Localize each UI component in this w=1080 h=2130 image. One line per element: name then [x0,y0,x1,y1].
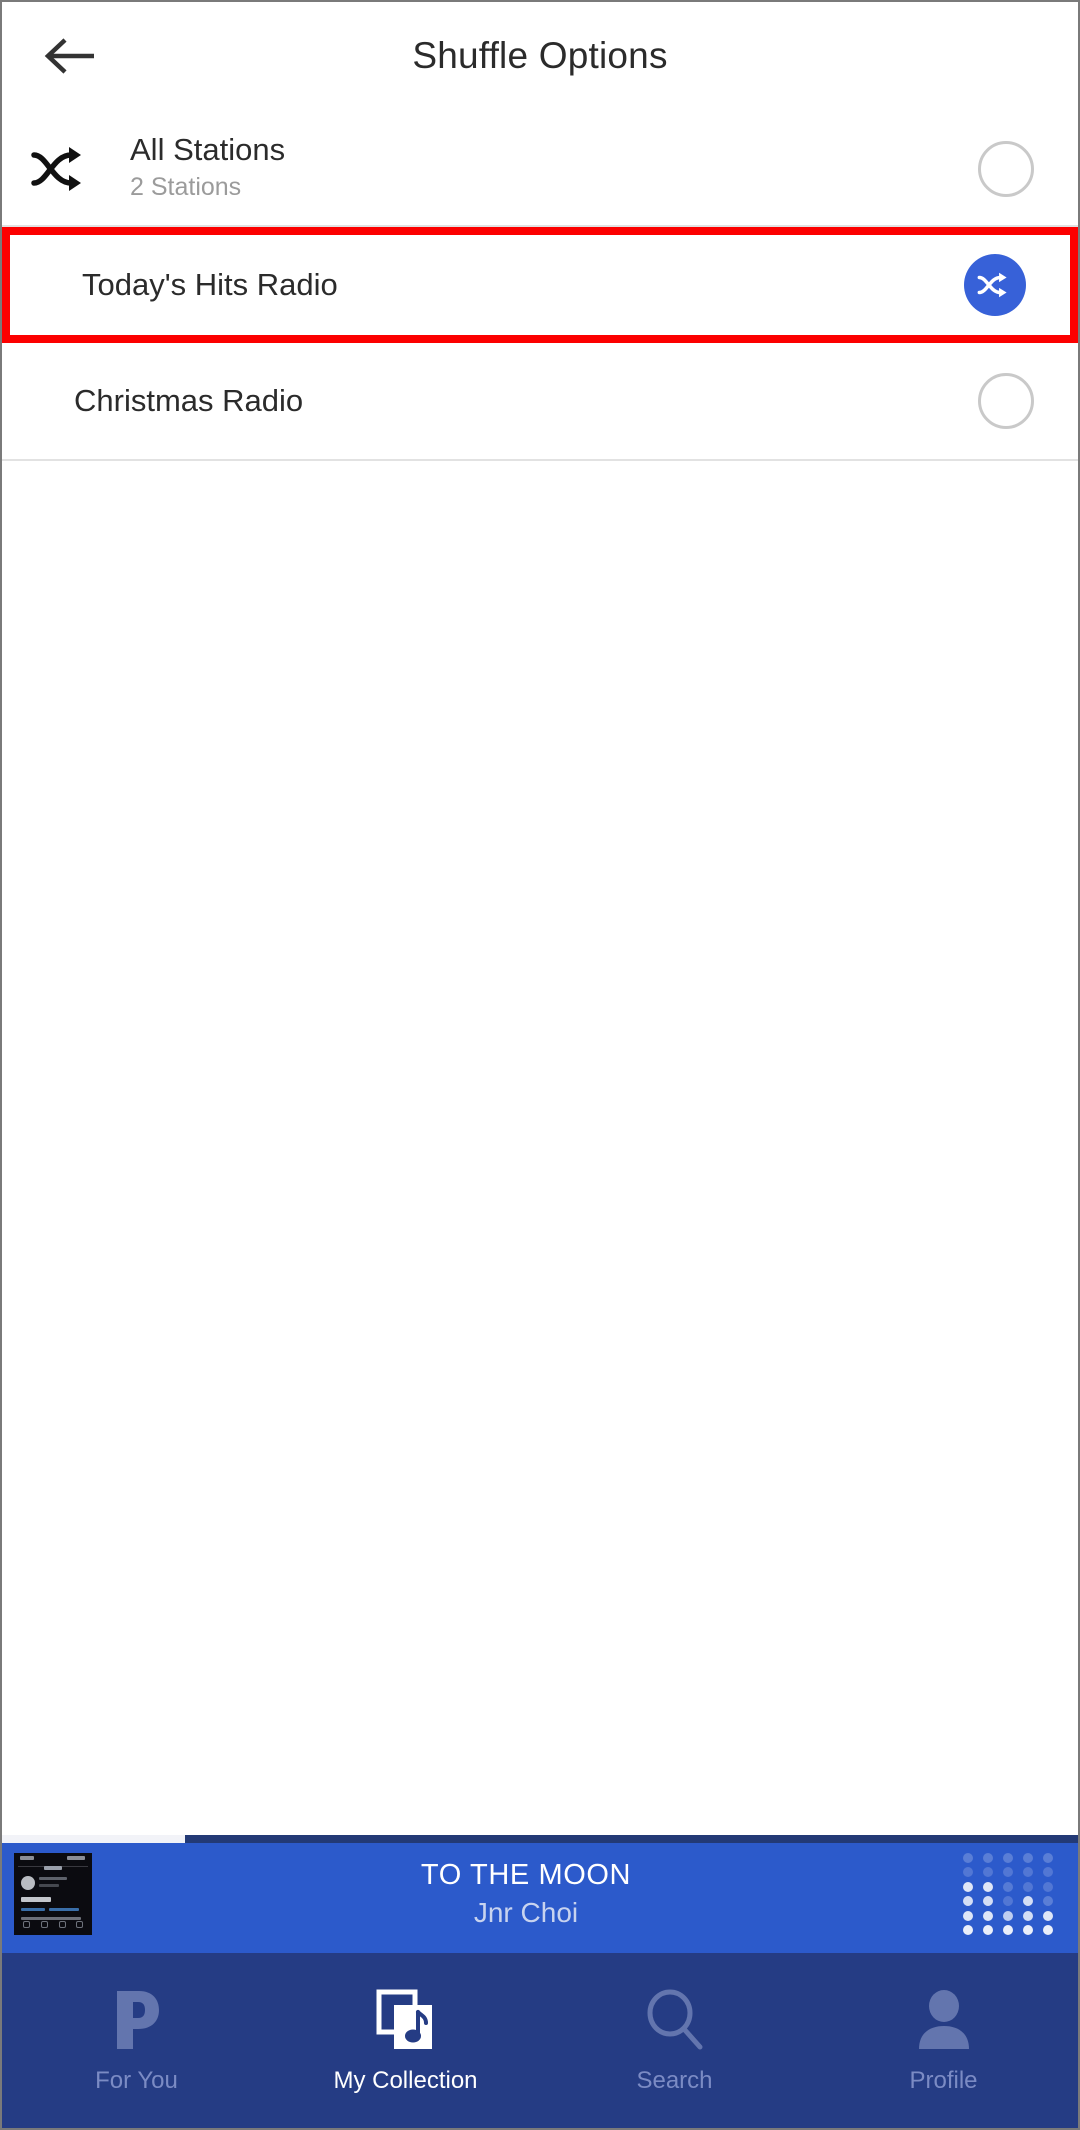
nav-label: Profile [909,2066,978,2094]
option-title: Today's Hits Radio [82,266,338,302]
pandora-p-glyph [116,1990,159,2049]
shuffle-options-screen: Shuffle Options All Stations 2 Stations [0,0,1080,2130]
shuffle-icon [2,146,122,192]
playback-progress-fill [2,1835,185,1843]
album-art-thumbnail[interactable] [14,1853,92,1935]
visualizer-dot [1022,1896,1033,1907]
nav-item-profile[interactable]: Profile [809,1953,1078,2128]
visualizer-dot [983,1896,994,1907]
nav-label: My Collection [333,2066,478,2094]
bottom-navigation: For You My Collection Search Profile [2,1953,1078,2128]
visualizer-dot [1022,1852,1033,1863]
option-text-block: Today's Hits Radio [10,267,964,304]
visualizer-dot [983,1852,994,1863]
visualizer-dot [983,1925,994,1936]
visualizer-dot [1002,1896,1013,1907]
magnifier-glyph [647,1989,702,2049]
now-playing-bar[interactable]: TO THE MOON Jnr Choi [2,1835,1078,1953]
person-glyph [918,1989,969,2049]
option-subtitle: 2 Stations [130,173,242,202]
visualizer-dot [963,1925,974,1936]
back-button[interactable] [38,24,102,88]
visualizer-dot [1022,1867,1033,1878]
visualizer-dot [1042,1881,1053,1892]
visualizer-dot [1022,1881,1033,1892]
arrow-left-icon [44,38,94,74]
nav-item-for-you[interactable]: For You [2,1953,271,2128]
shuffle-glyph [31,146,81,191]
visualizer-dot [963,1910,974,1921]
visualizer-dot [1042,1925,1053,1936]
option-row-all-stations[interactable]: All Stations 2 Stations [2,112,1078,227]
shuffle-options-list: All Stations 2 Stations Today's Hits Rad… [2,112,1078,461]
visualizer-dot [963,1896,974,1907]
visualizer-dot [1042,1896,1053,1907]
visualizer-dot [963,1867,974,1878]
playback-progress-track[interactable] [2,1835,1078,1843]
pandora-p-icon [113,1987,161,2053]
person-icon [915,1987,973,2053]
visualizer-dot [1002,1867,1013,1878]
track-title: TO THE MOON [420,1858,632,1891]
search-icon [644,1987,706,2053]
shuffle-icon [977,272,1007,298]
visualizer-dot [983,1881,994,1892]
visualizer-dot [1002,1910,1013,1921]
nav-item-search[interactable]: Search [540,1953,809,2128]
radio-unselected-icon[interactable] [978,373,1034,429]
visualizer-dot [1022,1910,1033,1921]
app-header: Shuffle Options [2,2,1078,110]
option-title: Christmas Radio [74,382,304,418]
option-row-todays-hits-radio[interactable]: Today's Hits Radio [10,235,1070,335]
visualizer-dot [1042,1910,1053,1921]
highlight-box: Today's Hits Radio [2,227,1078,343]
option-text-block: All Stations 2 Stations [122,132,978,205]
option-text-block: Christmas Radio [2,383,978,420]
visualizer-dot [983,1910,994,1921]
track-artist: Jnr Choi [473,1897,579,1929]
visualizer-dot [1042,1852,1053,1863]
visualizer-dot [983,1867,994,1878]
audio-visualizer-icon[interactable] [960,1852,1056,1936]
option-title: All Stations [130,131,286,167]
music-library-icon [376,1987,436,2053]
radio-unselected-icon[interactable] [978,140,1034,197]
visualizer-dot [1002,1881,1013,1892]
music-library-glyph [376,1989,432,2049]
track-info: TO THE MOON Jnr Choi [92,1858,960,1930]
visualizer-dot [1022,1925,1033,1936]
nav-label: Search [636,2066,713,2094]
visualizer-dot [963,1881,974,1892]
option-row-christmas-radio[interactable]: Christmas Radio [2,343,1078,461]
visualizer-dot [1002,1925,1013,1936]
visualizer-dot [963,1852,974,1863]
visualizer-dot [1042,1867,1053,1878]
nav-item-my-collection[interactable]: My Collection [271,1953,540,2128]
visualizer-dot [1002,1852,1013,1863]
page-title: Shuffle Options [412,35,668,76]
shuffle-selected-button[interactable] [964,254,1026,316]
nav-label: For You [95,2066,178,2094]
